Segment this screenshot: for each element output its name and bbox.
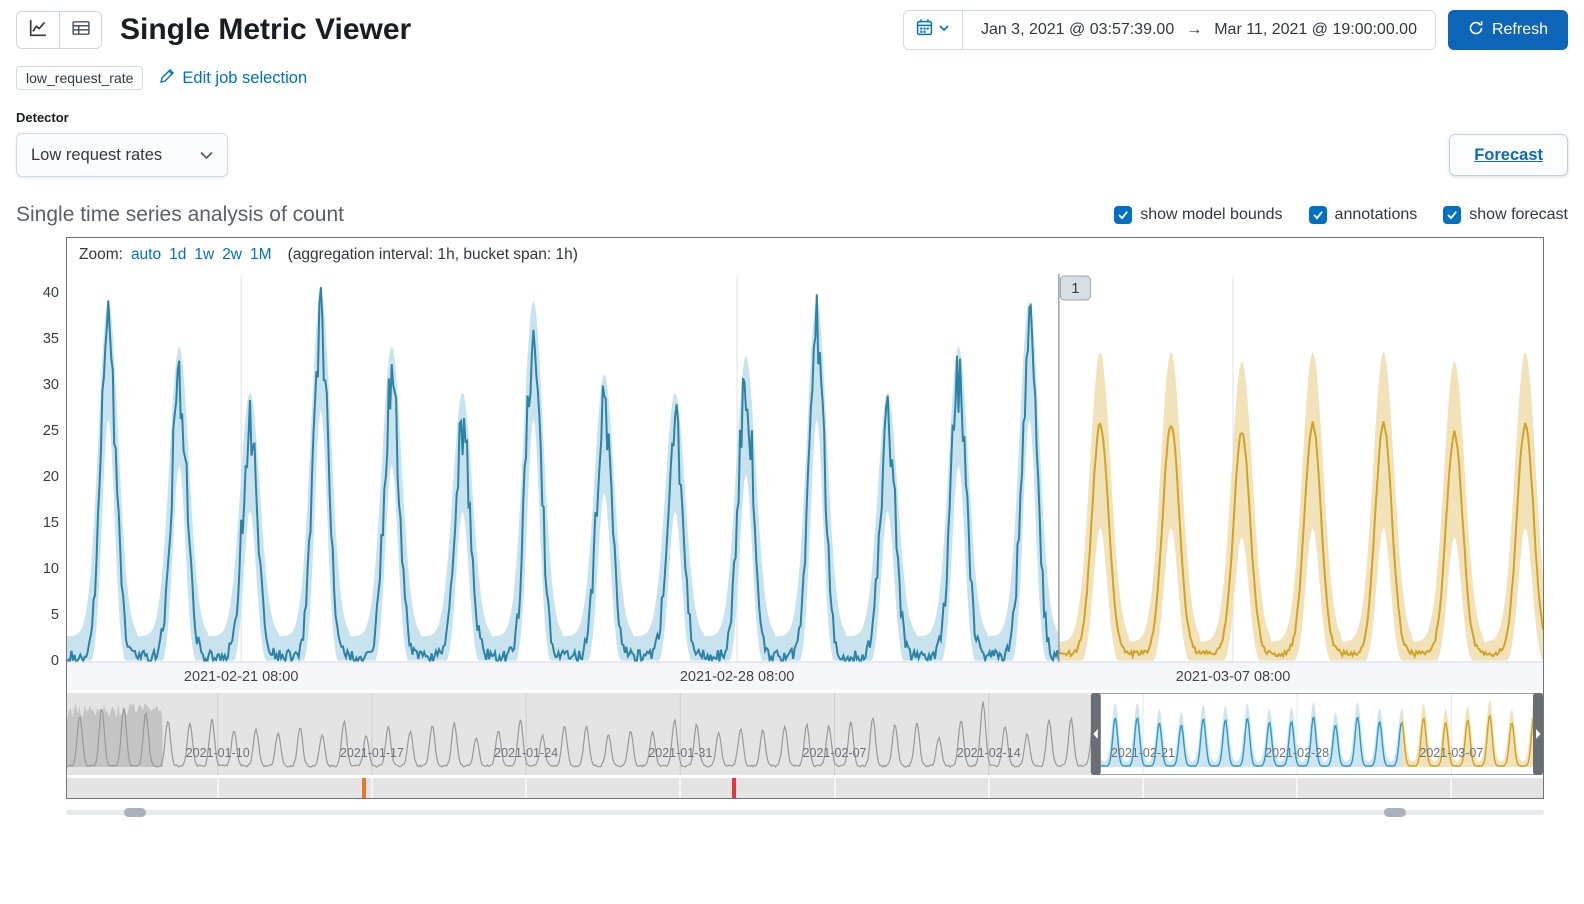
section-title: Single time series analysis of count [16,203,344,226]
job-bar: low_request_rate Edit job selection [16,66,1568,90]
checkbox-checked-icon[interactable] [1114,206,1133,224]
pencil-icon [159,68,175,89]
checkbox-checked-icon[interactable] [1443,206,1462,224]
table-icon [71,19,90,42]
svg-text:2021-02-14: 2021-02-14 [957,746,1021,760]
chevron-down-icon [200,146,213,165]
svg-text:2021-03-07: 2021-03-07 [1419,746,1483,760]
chart-area: Zoom: auto 1d 1w 2w 1M (aggregation interval… [43,237,1544,799]
refresh-icon [1468,20,1484,41]
view-toggle-group [16,11,102,49]
edit-job-selection-link[interactable]: Edit job selection [159,68,307,89]
y-axis-label: 15 [42,515,59,531]
y-axis-label: 30 [42,377,59,393]
y-axis-label: 5 [50,607,59,623]
svg-text:1: 1 [1071,281,1079,297]
svg-text:2021-01-17: 2021-01-17 [340,746,404,760]
y-axis-label: 40 [42,285,59,301]
page-title: Single Metric Viewer [120,13,412,46]
y-axis-label: 35 [42,331,59,347]
forecast-button[interactable]: Forecast [1449,134,1568,176]
svg-text:2021-02-21 08:00: 2021-02-21 08:00 [184,669,299,685]
start-date[interactable]: Jan 3, 2021 @ 03:57:39.00 [981,21,1174,39]
svg-text:2021-02-28: 2021-02-28 [1265,746,1329,760]
aggregation-note: (aggregation interval: 1h, bucket span: … [287,246,578,263]
toggle-show-forecast[interactable]: show forecast [1443,206,1568,224]
swimlane-separator [525,778,528,798]
zoom-option-1M[interactable]: 1M [250,246,272,264]
swimlane-separator [1141,778,1144,798]
date-range-picker: Jan 3, 2021 @ 03:57:39.00 → Mar 11, 2021… [902,10,1436,50]
swimlane-anomaly-mark[interactable] [362,778,367,798]
swimlane-separator [833,778,836,798]
scrollbar-track [66,810,1544,815]
table-view-button[interactable] [59,12,101,48]
end-date[interactable]: Mar 11, 2021 @ 19:00:00.00 [1214,21,1417,39]
zoom-label: Zoom: [79,246,123,263]
zoom-row: Zoom: auto 1d 1w 2w 1M (aggregation interval… [67,238,1543,272]
y-axis-label: 10 [42,561,59,577]
calendar-icon [916,19,933,41]
checkbox-checked-icon[interactable] [1308,206,1327,224]
zoom-option-1w[interactable]: 1w [194,246,214,264]
swimlane-separator [987,778,990,798]
toggles: show model bounds annotations show forecas… [1114,206,1568,224]
arrow-right-icon: → [1186,21,1203,38]
svg-text:2021-02-07: 2021-02-07 [803,746,867,760]
svg-text:2021-02-28 08:00: 2021-02-28 08:00 [680,669,795,685]
swimlane-separator [370,778,373,798]
selection-right-handle [1533,693,1543,775]
swimlane-separator [1450,778,1453,798]
swimlane-separator [679,778,682,798]
chart-icon [29,19,47,42]
job-badge: low_request_rate [16,66,144,90]
detector-label: Detector [16,110,69,125]
refresh-button[interactable]: Refresh [1447,10,1568,50]
timeline-scrollbar[interactable] [66,805,1544,819]
swimlane-anomaly-mark[interactable] [732,778,737,798]
selection-left-handle [1090,693,1101,775]
y-axis-label: 25 [42,423,59,439]
datepicker-quick-select[interactable] [904,11,963,49]
zoom-option-auto[interactable]: auto [131,246,161,264]
svg-text:2021-01-10: 2021-01-10 [186,746,250,760]
y-axis-label: 0 [50,653,59,669]
scrollbar-knob-right[interactable] [1384,808,1406,817]
zoom-option-2w[interactable]: 2w [222,246,242,264]
zoom-links: auto 1d 1w 2w 1M [131,246,272,264]
swimlane-separator [216,778,219,798]
page-header: Single Metric Viewer Jan 3, 2021 @ 03:57… [16,10,1568,50]
chevron-down-icon [938,21,950,39]
main-chart-svg[interactable]: 2021-02-21 08:00 2021-02-28 08:00 2021-03-… [67,272,1543,690]
svg-text:2021-01-24: 2021-01-24 [494,746,558,760]
svg-text:2021-01-31: 2021-01-31 [648,746,712,760]
context-chart-svg[interactable]: 2021-01-10 2021-01-17 2021-01-24 2021-01-31… [67,693,1543,775]
toggle-show-model-bounds[interactable]: show model bounds [1114,206,1283,224]
svg-text:2021-03-07 08:00: 2021-03-07 08:00 [1176,669,1291,685]
y-axis-label: 20 [42,469,59,485]
chart-view-button[interactable] [17,12,59,48]
toggle-annotations[interactable]: annotations [1308,206,1417,224]
swimlane[interactable] [67,778,1543,798]
scrollbar-knob-left[interactable] [124,808,146,817]
svg-text:2021-02-21: 2021-02-21 [1111,746,1175,760]
zoom-option-1d[interactable]: 1d [169,246,186,264]
swimlane-separator [1296,778,1299,798]
detector-select[interactable]: Low request rates [16,133,228,177]
